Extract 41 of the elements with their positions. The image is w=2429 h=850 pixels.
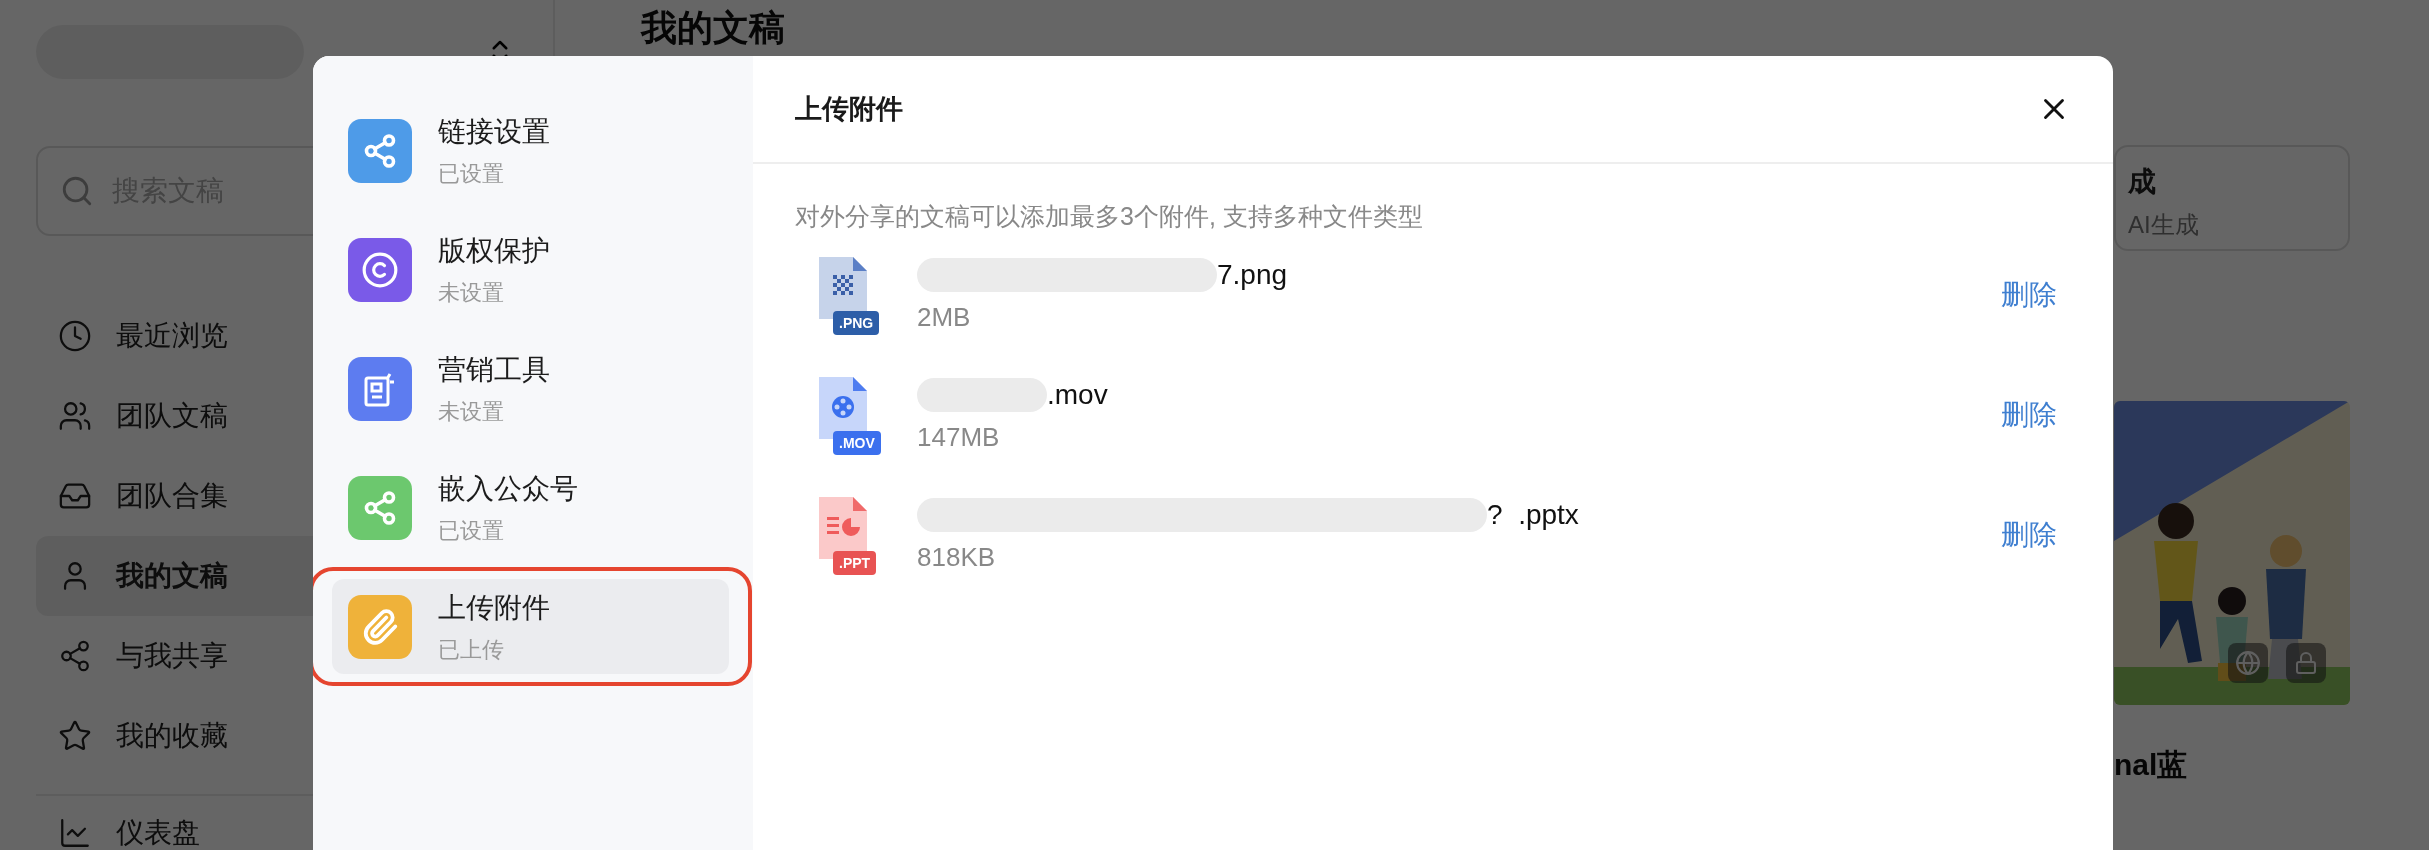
share-icon (362, 489, 398, 526)
share-icon (58, 639, 92, 673)
star-icon (58, 719, 92, 753)
menu-item-status: 未设置 (438, 397, 505, 426)
file-name: .mov (1047, 378, 1108, 411)
menu-item[interactable]: 版权保护 未设置 (332, 222, 729, 317)
menu-item-status: 未设置 (438, 278, 505, 307)
delete-link[interactable]: 删除 (2001, 396, 2057, 434)
search-icon (60, 174, 94, 208)
file-size: 818KB (917, 541, 997, 573)
menu-item-title: 链接设置 (438, 114, 550, 149)
menu-item-title: 营销工具 (438, 352, 550, 387)
paperclip-icon (361, 607, 399, 646)
menu-item-status: 已设置 (438, 159, 505, 188)
people-icon (58, 399, 92, 433)
description: 对外分享的文稿可以添加最多3个附件, 支持多种文件类型 (795, 201, 1424, 232)
menu-item[interactable]: 营销工具 未设置 (332, 341, 729, 436)
share-icon (362, 132, 398, 169)
nav-item[interactable]: 我的收藏 (36, 696, 515, 776)
document-title: nal蓝 (2114, 747, 2189, 783)
clock-icon (58, 319, 92, 353)
menu-item-title: 版权保护 (438, 233, 550, 268)
menu-item-title: 嵌入公众号 (438, 471, 578, 506)
menu-item[interactable]: 上传附件 已上传 (332, 579, 729, 674)
file-size: 2MB (917, 301, 972, 333)
delete-link[interactable]: 删除 (2001, 276, 2057, 314)
file-type-badge: .MOV (833, 431, 881, 455)
copyright-icon (361, 250, 399, 289)
nav-item[interactable]: 仪表盘 (36, 802, 515, 850)
card-title: 成 (2128, 165, 2157, 199)
delete-link[interactable]: 删除 (2001, 516, 2057, 554)
file-name: ? .pptx (1487, 498, 1579, 531)
dialog-title: 上传附件 (795, 93, 903, 126)
file-name: 7.png (1217, 258, 1288, 291)
chart-icon (58, 816, 92, 850)
menu-item[interactable]: 链接设置 已设置 (332, 103, 729, 198)
file-size: 147MB (917, 421, 1001, 453)
page-title: 我的文稿 (641, 6, 785, 50)
menu-item-status: 已上传 (438, 635, 505, 664)
file-type-badge: .PPT (833, 551, 877, 575)
file-type-badge: .PNG (833, 311, 880, 335)
